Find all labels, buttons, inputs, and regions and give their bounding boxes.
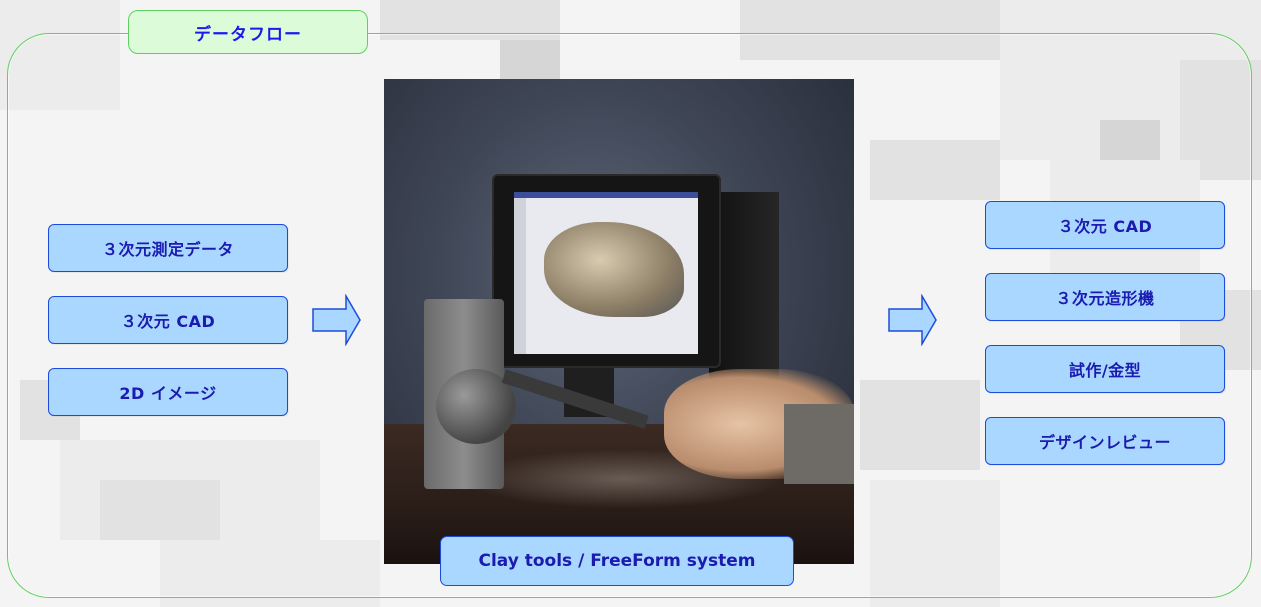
monitor	[494, 176, 719, 366]
input-box-3d-cad: ３次元 CAD	[48, 296, 288, 344]
diagram-title: データフロー	[128, 10, 368, 54]
output-box-design-review: デザインレビュー	[985, 417, 1225, 465]
3d-seat-model	[544, 222, 684, 317]
center-caption: Clay tools / FreeForm system	[440, 536, 794, 586]
input-box-2d-image: 2D イメージ	[48, 368, 288, 416]
sleeve	[784, 404, 854, 484]
screen-titlebar	[514, 192, 698, 198]
output-box-3d-printer: ３次元造形機	[985, 273, 1225, 321]
output-box-3d-cad: ３次元 CAD	[985, 201, 1225, 249]
screen-toolbar	[514, 198, 526, 354]
flow-arrow-icon	[888, 294, 937, 346]
monitor-screen	[514, 192, 698, 354]
output-box-prototype-mold: 試作/金型	[985, 345, 1225, 393]
freeform-system-photo	[384, 79, 854, 564]
input-box-3d-measurement: ３次元測定データ	[48, 224, 288, 272]
flow-arrow-icon	[312, 294, 361, 346]
